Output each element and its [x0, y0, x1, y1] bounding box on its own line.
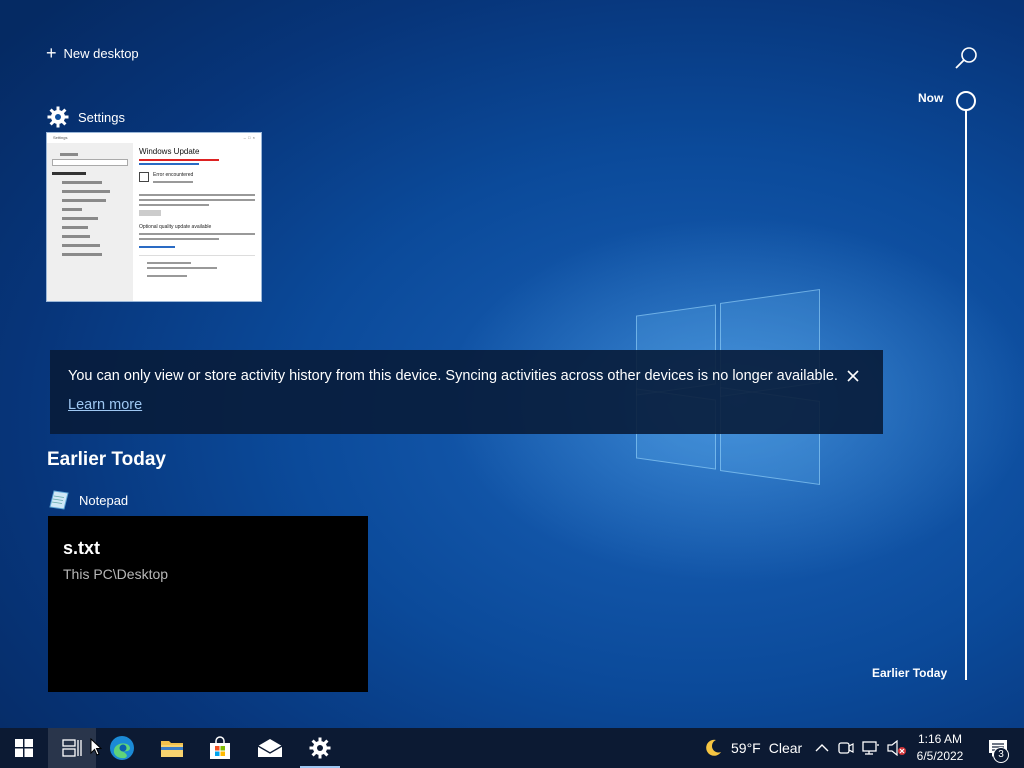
edge-button[interactable]	[98, 728, 146, 768]
notepad-file-name: s.txt	[63, 538, 101, 558]
search-button[interactable]	[952, 44, 980, 72]
system-tray	[814, 728, 907, 768]
banner-close-button[interactable]	[842, 365, 864, 387]
thumb-optional-title: Optional quality update available	[139, 224, 212, 230]
mail-envelope-icon	[257, 739, 283, 757]
task-view-icon	[62, 739, 82, 757]
network-icon[interactable]	[862, 740, 880, 756]
settings-activity-header: Settings	[47, 106, 125, 128]
search-icon	[955, 47, 977, 69]
gear-icon	[309, 737, 331, 759]
thumb-window-controls: – □ ×	[243, 135, 255, 140]
windows-logo-icon	[15, 739, 33, 757]
sync-notice-banner: You can only view or store activity hist…	[50, 350, 883, 434]
new-desktop-label: New desktop	[63, 45, 139, 61]
notepad-file-location: This PC\Desktop	[63, 566, 169, 582]
volume-muted-icon[interactable]	[887, 740, 907, 756]
clock[interactable]: 1:16 AM 6/5/2022	[908, 731, 972, 765]
gear-icon	[47, 106, 69, 128]
task-view-button[interactable]	[48, 728, 96, 768]
thumb-window-title: Settings	[53, 135, 68, 140]
edge-browser-icon	[110, 736, 134, 760]
thumb-status-title: Error encountered	[153, 172, 194, 178]
weather-description: Clear	[768, 740, 803, 756]
clock-date: 6/5/2022	[916, 749, 964, 763]
timeline-scrubber-handle[interactable]	[956, 91, 976, 111]
moon-icon	[706, 739, 721, 756]
notification-count-badge: 3	[993, 747, 1009, 763]
mouse-cursor-icon	[90, 737, 103, 761]
banner-message: You can only view or store activity hist…	[68, 368, 838, 384]
notepad-activity-card[interactable]: s.txt This PC\Desktop	[48, 516, 368, 692]
notepad-app-name: Notepad	[79, 492, 129, 508]
file-explorer-button[interactable]	[148, 728, 196, 768]
weather-widget[interactable]: 59°F Clear	[703, 728, 802, 768]
meet-now-icon[interactable]	[837, 740, 855, 756]
folder-icon	[161, 741, 183, 757]
chevron-up-icon[interactable]	[814, 740, 830, 756]
thumb-titlebar: Settings – □ ×	[47, 133, 261, 143]
settings-taskbar-button[interactable]	[296, 728, 344, 768]
microsoft-store-button[interactable]	[196, 728, 244, 768]
notification-count: 3	[993, 747, 1009, 763]
close-icon	[847, 370, 859, 382]
weather-temperature: 59°F	[731, 740, 761, 756]
settings-activity-card[interactable]: Settings – □ × Windows Update Error enco…	[46, 132, 262, 302]
timeline-track[interactable]	[965, 110, 967, 680]
learn-more-link[interactable]: Learn more	[68, 397, 142, 413]
start-button[interactable]	[0, 728, 48, 768]
store-bag-icon	[210, 736, 230, 759]
clock-time: 1:16 AM	[917, 732, 963, 746]
taskbar: 59°F Clear 1:16 AM 6/5/2022	[0, 728, 1024, 768]
notepad-activity-header: Notepad	[48, 489, 128, 511]
timeline-earlier-today-label[interactable]: Earlier Today	[872, 666, 947, 680]
thumb-left-nav	[47, 143, 133, 301]
plus-icon: +	[46, 43, 57, 63]
thumb-content: Windows Update Error encountered Optiona…	[139, 147, 255, 280]
thumb-page-title: Windows Update	[139, 147, 200, 156]
new-desktop-button[interactable]: + New desktop	[46, 44, 139, 62]
settings-app-name: Settings	[78, 109, 125, 125]
section-title: Earlier Today	[47, 449, 166, 470]
mail-button[interactable]	[246, 728, 294, 768]
timeline-now-label: Now	[918, 91, 944, 105]
notepad-icon	[49, 490, 69, 510]
